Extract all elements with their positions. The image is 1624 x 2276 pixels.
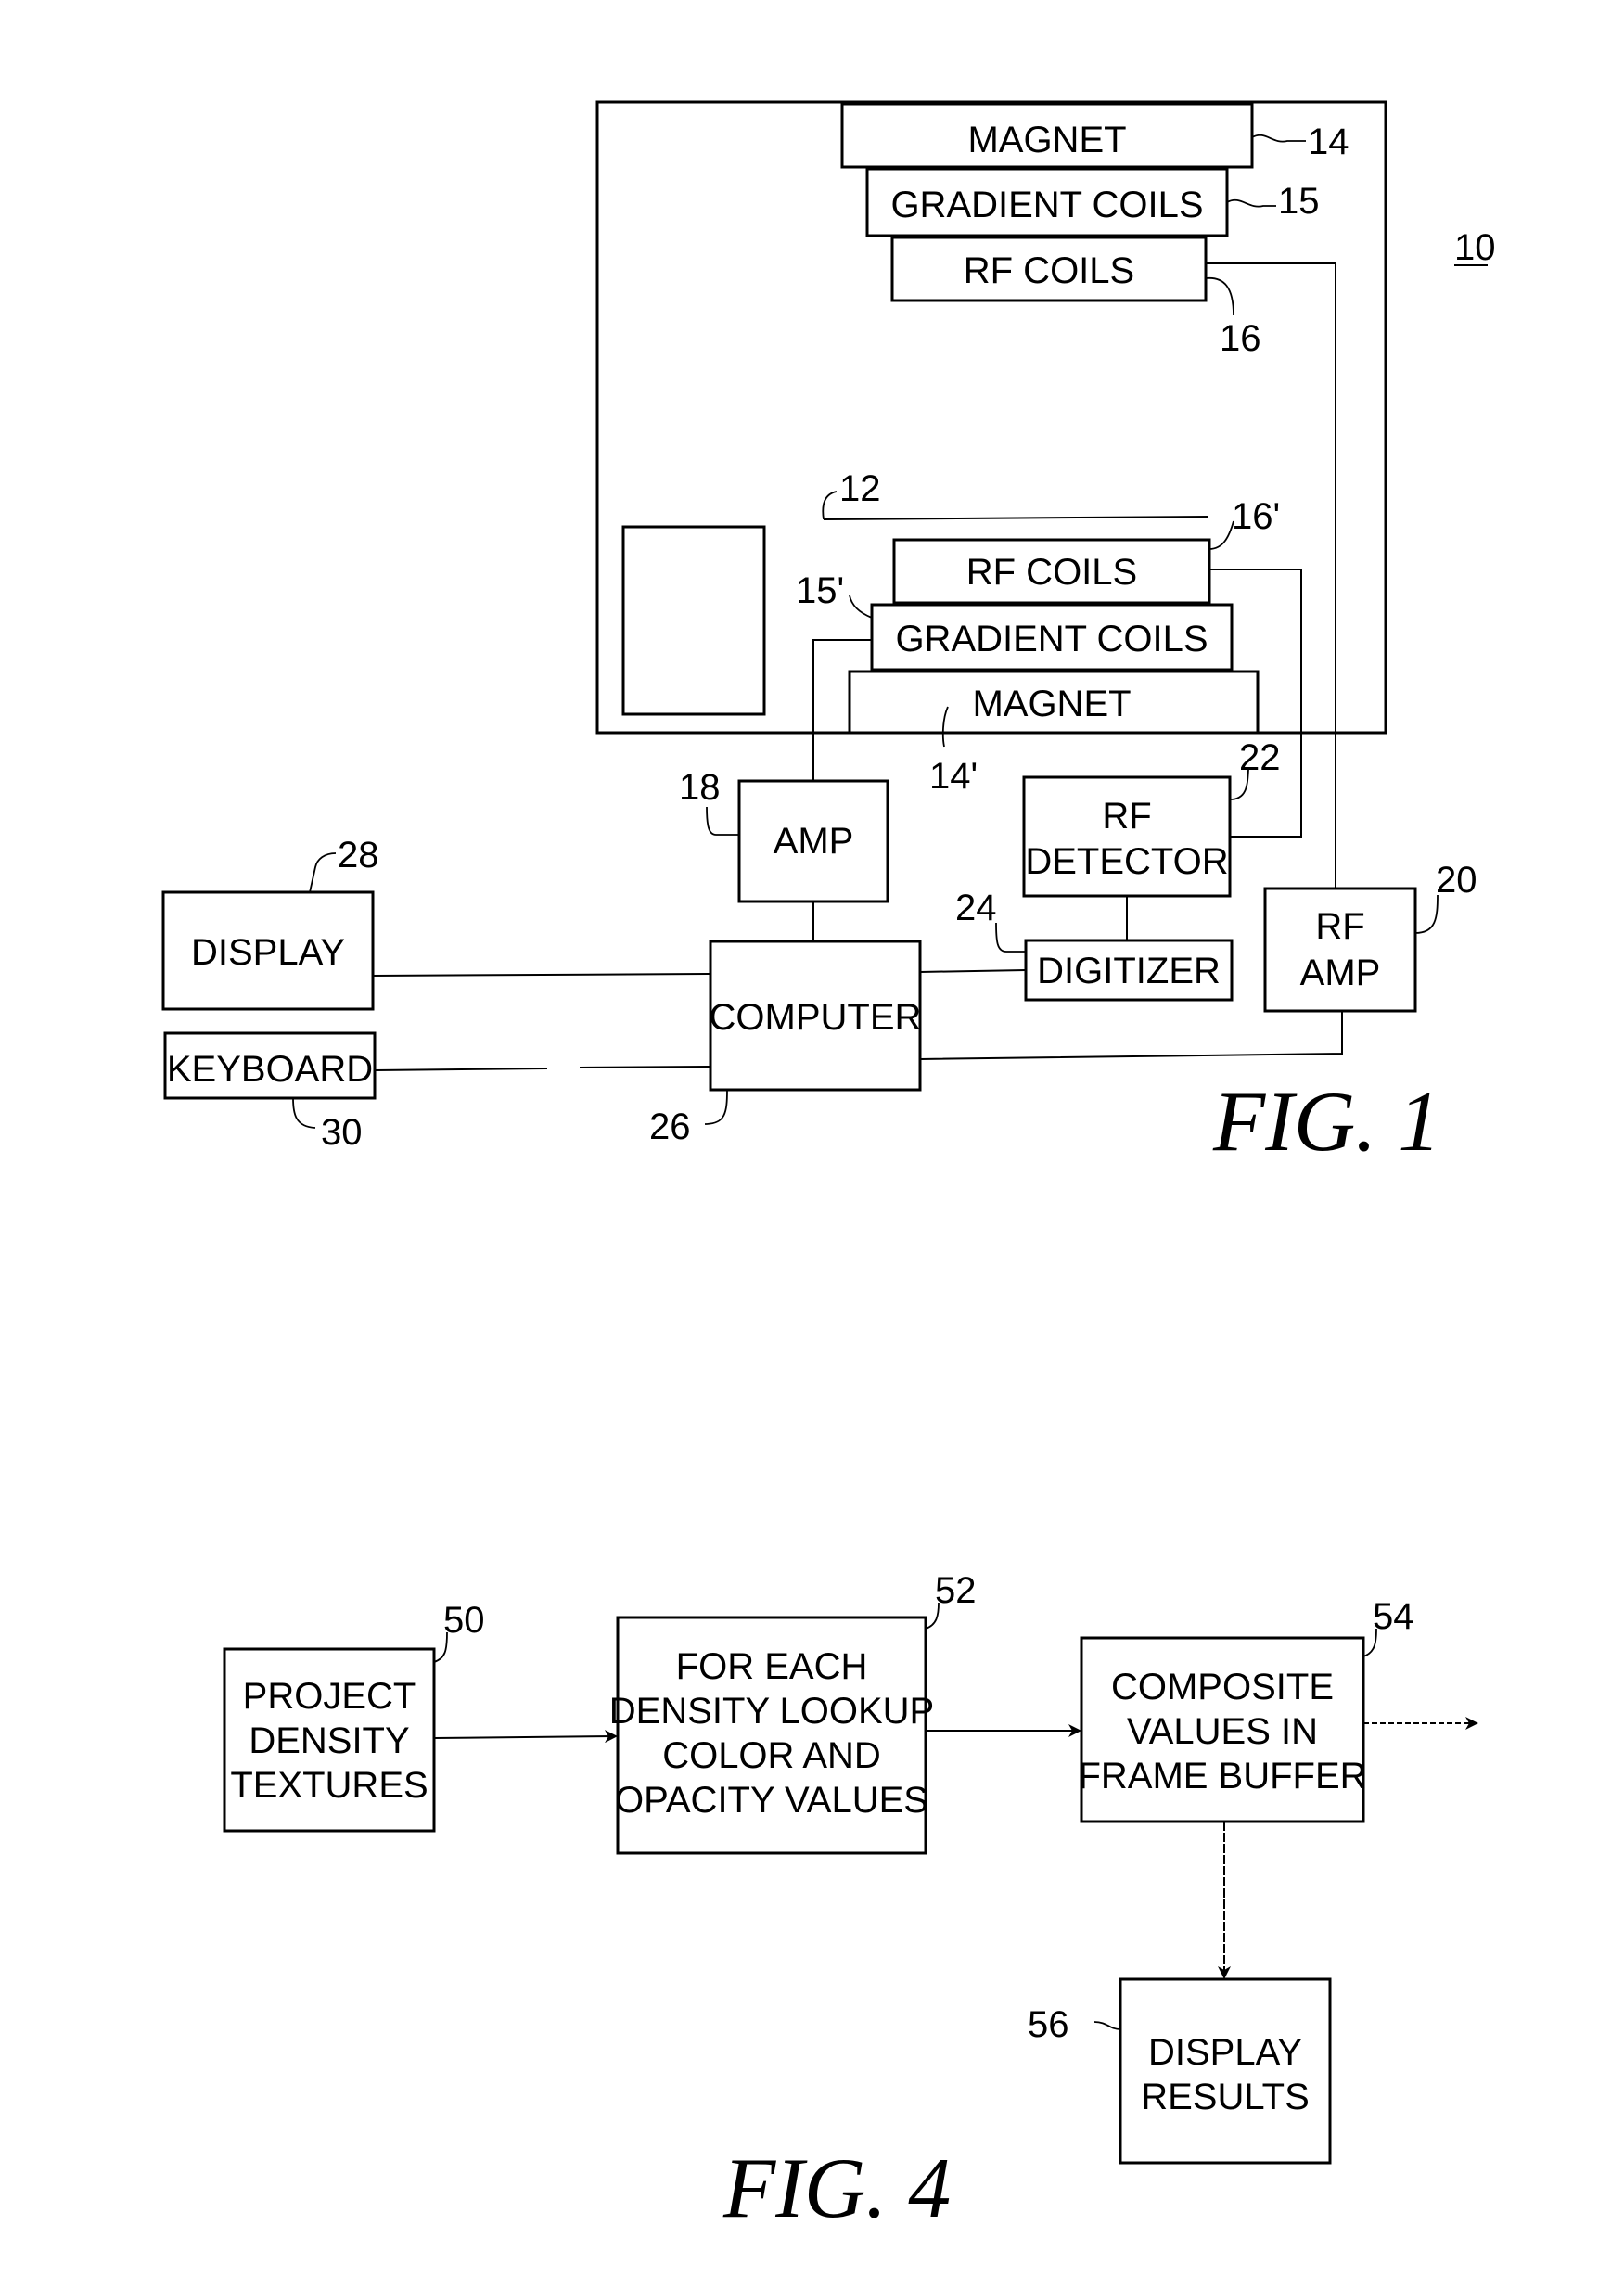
leader-line	[1093, 2021, 1121, 2030]
leader-line	[706, 806, 739, 836]
keyboard-to-computer-wire	[579, 1066, 711, 1068]
keyboard-to-computer-wire	[374, 1068, 548, 1071]
lower-magnet-label: MAGNET	[972, 684, 1131, 724]
rf-amp-label-line1: RF	[1315, 906, 1364, 947]
figure-4-caption: FIG. 4	[722, 2141, 951, 2235]
step-line: VALUES IN	[1127, 1711, 1318, 1752]
leader-line	[995, 922, 1026, 953]
ref-14: 14	[1308, 121, 1349, 162]
ref-system-10: 10	[1454, 227, 1496, 268]
display-to-computer-wire	[372, 973, 711, 977]
step-line: PROJECT	[243, 1676, 416, 1717]
rf-detector-label-line1: RF	[1102, 796, 1151, 837]
step-line: COLOR AND	[662, 1735, 881, 1776]
step-line: FOR EACH	[676, 1646, 868, 1687]
patent-drawing-sheet: 10 MAGNET 14 GRADIENT COILS 15 RF COILS …	[161, 100, 1496, 2235]
figure-4: PROJECT DENSITY TEXTURES 50 FOR EACH DEN…	[223, 1570, 1478, 2235]
leader-line	[309, 852, 337, 893]
keyboard: KEYBOARD 30	[163, 1031, 711, 1153]
upper-rf-coils-label: RF COILS	[964, 250, 1134, 291]
digitizer: DIGITIZER 24	[955, 888, 1234, 1002]
ref-26: 26	[649, 1106, 691, 1147]
leader-line	[704, 1089, 728, 1125]
ref-15-prime: 15'	[796, 570, 844, 611]
upper-magnet-label: MAGNET	[967, 120, 1126, 160]
step-line: OPACITY VALUES	[615, 1780, 928, 1821]
figure-1: 10 MAGNET 14 GRADIENT COILS 15 RF COILS …	[161, 100, 1496, 1169]
digitizer-label: DIGITIZER	[1037, 951, 1221, 991]
step-line: RESULTS	[1141, 2077, 1310, 2117]
ref-56: 56	[1028, 2004, 1069, 2045]
leader-line	[292, 1097, 316, 1129]
step-line: COMPOSITE	[1111, 1667, 1334, 1707]
leader-line	[1414, 894, 1439, 934]
figure-1-caption: FIG. 1	[1212, 1074, 1440, 1169]
ref-18: 18	[679, 767, 721, 808]
arrow-50-to-52	[433, 1730, 618, 1744]
ref-12: 12	[839, 468, 881, 509]
step-line: DENSITY LOOKUP	[609, 1691, 934, 1732]
ref-22: 22	[1239, 737, 1281, 778]
keyboard-label: KEYBOARD	[167, 1049, 373, 1090]
flow-step-56: DISPLAY RESULTS 56	[1028, 1977, 1332, 2165]
computer-to-digitizer-wire	[919, 969, 1027, 973]
ref-15: 15	[1278, 181, 1320, 222]
computer-label: COMPUTER	[710, 997, 922, 1038]
ref-28: 28	[338, 835, 379, 876]
subject-block	[621, 525, 766, 716]
display: DISPLAY 28	[161, 835, 711, 1011]
ref-24: 24	[955, 888, 997, 928]
flow-step-54: COMPOSITE VALUES IN FRAME BUFFER 54	[1078, 1596, 1414, 1823]
ref-16-prime: 16'	[1232, 496, 1280, 537]
amp-label: AMP	[774, 821, 854, 862]
lower-rf-coils-label: RF COILS	[966, 552, 1137, 593]
flow-step-52: FOR EACH DENSITY LOOKUP COLOR AND OPACIT…	[609, 1570, 977, 1855]
ref-52: 52	[935, 1570, 977, 1611]
display-label: DISPLAY	[191, 932, 345, 973]
lower-gradient-coils-label: GRADIENT COILS	[895, 619, 1208, 659]
ref-16: 16	[1220, 318, 1261, 359]
step-line: DENSITY	[249, 1720, 409, 1761]
step-line: DISPLAY	[1148, 2032, 1302, 2073]
rf-amp-label-line2: AMP	[1300, 953, 1381, 993]
step-line: TEXTURES	[230, 1765, 428, 1806]
ref-14-prime: 14'	[929, 756, 978, 797]
upper-gradient-coils-label: GRADIENT COILS	[890, 185, 1203, 225]
ref-30: 30	[321, 1112, 363, 1153]
ref-20: 20	[1436, 860, 1477, 901]
flow-step-50: PROJECT DENSITY TEXTURES 50	[223, 1600, 485, 1833]
ref-50: 50	[443, 1600, 485, 1641]
rf-detector-label-line2: DETECTOR	[1025, 841, 1228, 882]
ref-54: 54	[1373, 1596, 1414, 1637]
step-line: FRAME BUFFER	[1078, 1756, 1366, 1797]
computer-to-rf-amp-wire	[919, 1011, 1343, 1060]
